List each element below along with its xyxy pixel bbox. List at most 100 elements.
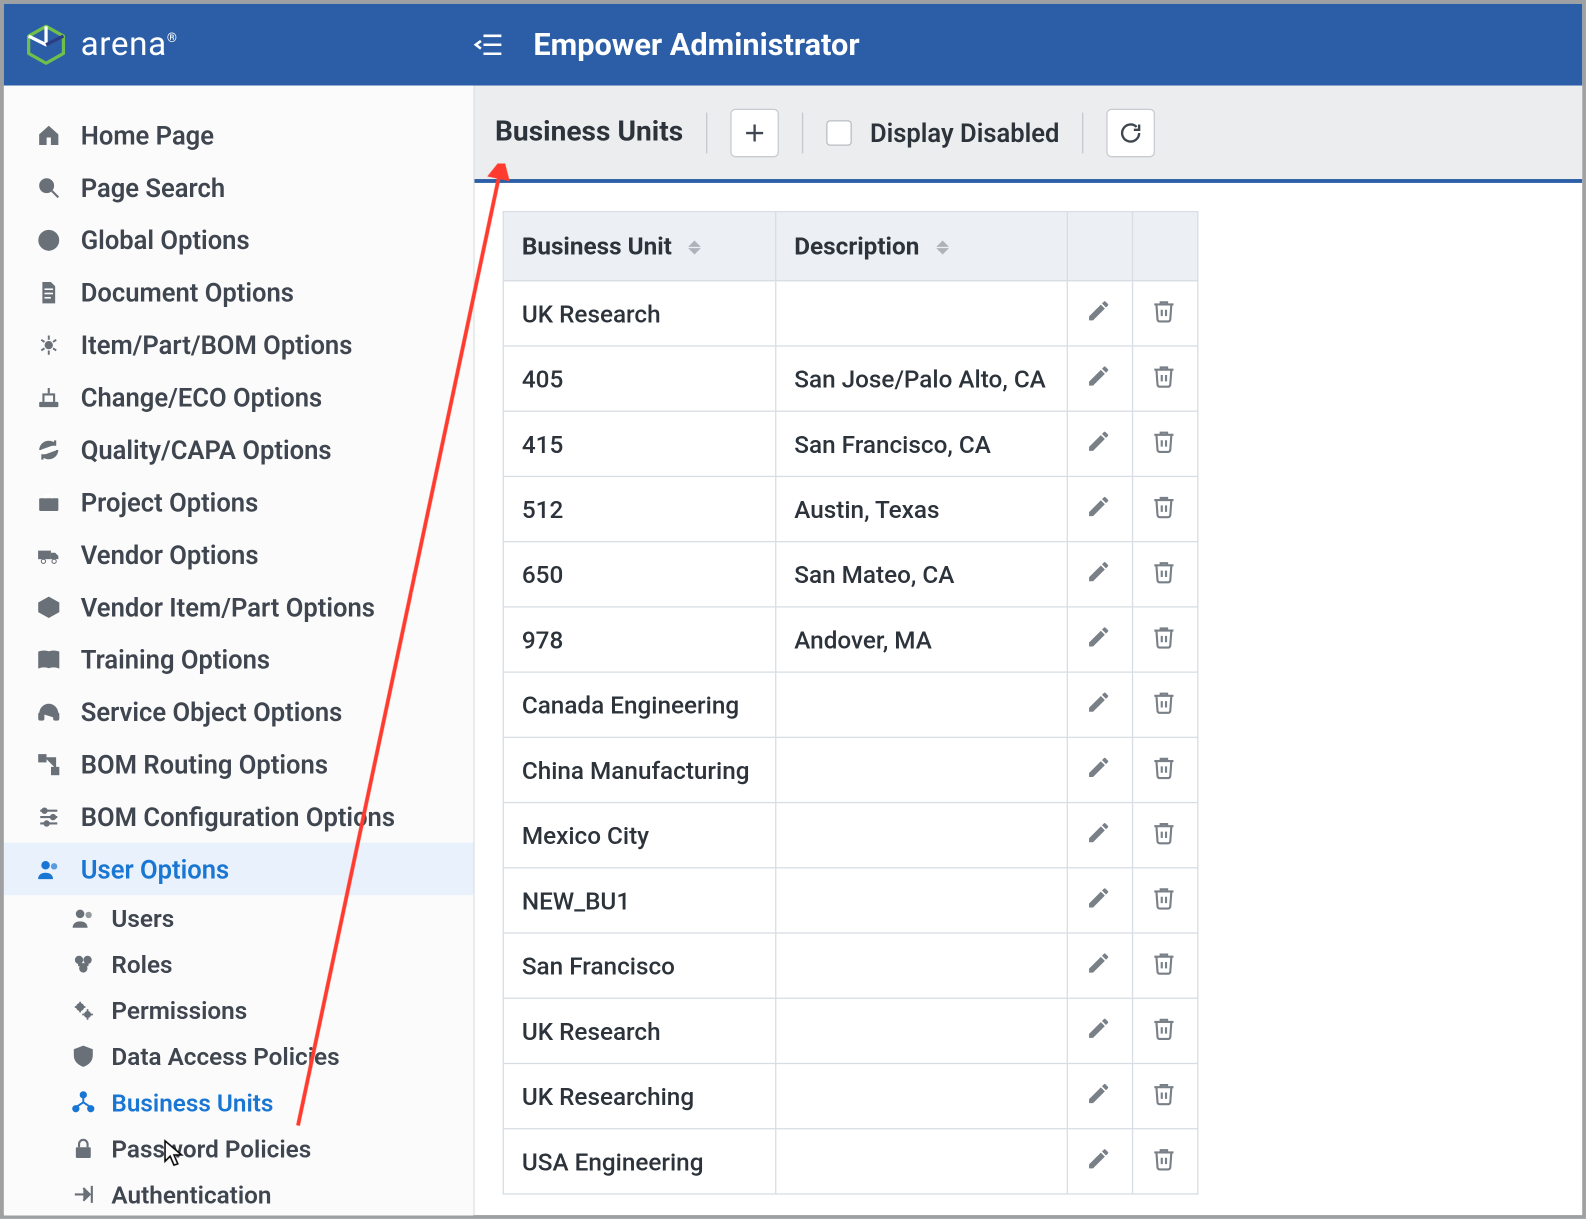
sidebar-subitem-label: Users bbox=[111, 904, 174, 933]
edit-icon[interactable] bbox=[1086, 819, 1112, 845]
org-icon bbox=[70, 1090, 96, 1116]
delete-icon[interactable] bbox=[1151, 297, 1177, 323]
sidebar-item-home-page[interactable]: Home Page bbox=[4, 109, 473, 161]
refresh-button[interactable] bbox=[1107, 108, 1156, 157]
lock-icon bbox=[70, 1136, 96, 1162]
cell-description bbox=[776, 1129, 1068, 1194]
headset-icon bbox=[35, 698, 63, 726]
delete-icon[interactable] bbox=[1151, 754, 1177, 780]
menu-toggle-icon[interactable] bbox=[472, 28, 505, 61]
delete-icon[interactable] bbox=[1151, 363, 1177, 389]
edit-icon[interactable] bbox=[1086, 558, 1112, 584]
delete-icon[interactable] bbox=[1151, 428, 1177, 454]
sidebar-subitem-label: Authentication bbox=[111, 1180, 271, 1209]
col-header-description[interactable]: Description bbox=[776, 212, 1068, 281]
sidebar-item-project-options[interactable]: Project Options bbox=[4, 476, 473, 528]
sidebar-item-label: Quality/CAPA Options bbox=[81, 434, 332, 465]
edit-icon[interactable] bbox=[1086, 1080, 1112, 1106]
table-row: USA Engineering bbox=[503, 1129, 1197, 1194]
sidebar-item-bom-configuration-options[interactable]: BOM Configuration Options bbox=[4, 790, 473, 842]
edit-icon[interactable] bbox=[1086, 1145, 1112, 1171]
table-row: China Manufacturing bbox=[503, 737, 1197, 802]
table-row: UK Research bbox=[503, 998, 1197, 1063]
sidebar-item-label: Project Options bbox=[81, 487, 259, 518]
sidebar-subitem-authentication[interactable]: Authentication bbox=[4, 1172, 473, 1215]
briefcase-icon bbox=[35, 488, 63, 516]
table-row: San Francisco bbox=[503, 933, 1197, 998]
delete-icon[interactable] bbox=[1151, 884, 1177, 910]
col-header-business-unit[interactable]: Business Unit bbox=[503, 212, 775, 281]
delete-icon[interactable] bbox=[1151, 689, 1177, 715]
sidebar-subitem-users[interactable]: Users bbox=[4, 895, 473, 941]
sidebar-subitem-business-units[interactable]: Business Units bbox=[4, 1079, 473, 1125]
sidebar-item-label: Document Options bbox=[81, 277, 294, 308]
cell-description bbox=[776, 868, 1068, 933]
edit-icon[interactable] bbox=[1086, 950, 1112, 976]
delete-icon[interactable] bbox=[1151, 624, 1177, 650]
roles-icon bbox=[70, 952, 96, 978]
sidebar-item-label: Training Options bbox=[81, 644, 270, 675]
cell-description bbox=[776, 281, 1068, 346]
sidebar-subitem-roles[interactable]: Roles bbox=[4, 941, 473, 987]
sidebar-item-service-object-options[interactable]: Service Object Options bbox=[4, 686, 473, 738]
package-icon bbox=[35, 593, 63, 621]
sidebar-item-label: Change/ECO Options bbox=[81, 382, 322, 413]
sidebar-item-vendor-item-part-options[interactable]: Vendor Item/Part Options bbox=[4, 581, 473, 633]
sidebar-item-vendor-options[interactable]: Vendor Options bbox=[4, 528, 473, 580]
col-header-edit bbox=[1067, 212, 1132, 281]
sidebar-item-bom-routing-options[interactable]: BOM Routing Options bbox=[4, 738, 473, 790]
table-row: 650 San Mateo, CA bbox=[503, 542, 1197, 607]
edit-icon[interactable] bbox=[1086, 689, 1112, 715]
delete-icon[interactable] bbox=[1151, 1145, 1177, 1171]
sidebar-subitem-data-access-policies[interactable]: Data Access Policies bbox=[4, 1033, 473, 1079]
sidebar-item-user-options[interactable]: User Options bbox=[4, 843, 473, 895]
delete-icon[interactable] bbox=[1151, 1015, 1177, 1041]
truck-icon bbox=[35, 540, 63, 568]
sidebar-item-item-part-bom-options[interactable]: Item/Part/BOM Options bbox=[4, 318, 473, 370]
edit-icon[interactable] bbox=[1086, 754, 1112, 780]
edit-icon[interactable] bbox=[1086, 624, 1112, 650]
edit-icon[interactable] bbox=[1086, 297, 1112, 323]
sidebar-subitem-password-policies[interactable]: Password Policies bbox=[4, 1126, 473, 1172]
edit-icon[interactable] bbox=[1086, 884, 1112, 910]
cell-description: Andover, MA bbox=[776, 607, 1068, 672]
display-disabled-checkbox[interactable] bbox=[826, 120, 852, 146]
table-row: Canada Engineering bbox=[503, 672, 1197, 737]
delete-icon[interactable] bbox=[1151, 558, 1177, 584]
sidebar-item-label: BOM Routing Options bbox=[81, 749, 328, 780]
cell-business-unit: 978 bbox=[503, 607, 775, 672]
delete-icon[interactable] bbox=[1151, 493, 1177, 519]
cell-description bbox=[776, 933, 1068, 998]
divider bbox=[802, 112, 803, 153]
logo-mark-icon bbox=[24, 23, 67, 66]
sidebar-item-page-search[interactable]: Page Search bbox=[4, 161, 473, 213]
edit-icon[interactable] bbox=[1086, 363, 1112, 389]
gears-icon bbox=[70, 998, 96, 1024]
sidebar-subitem-permissions[interactable]: Permissions bbox=[4, 987, 473, 1033]
edit-icon[interactable] bbox=[1086, 1015, 1112, 1041]
table-row: UK Research bbox=[503, 281, 1197, 346]
config-icon bbox=[35, 803, 63, 831]
delete-icon[interactable] bbox=[1151, 950, 1177, 976]
sidebar: Home PagePage SearchGlobal Options Docume… bbox=[4, 86, 475, 1215]
sort-icon bbox=[688, 241, 701, 255]
sidebar-item-quality-capa-options[interactable]: Quality/CAPA Options bbox=[4, 423, 473, 475]
sidebar-item-training-options[interactable]: Training Options bbox=[4, 633, 473, 685]
delete-icon[interactable] bbox=[1151, 1080, 1177, 1106]
cell-business-unit: 415 bbox=[503, 411, 775, 476]
edit-icon[interactable] bbox=[1086, 493, 1112, 519]
delete-icon[interactable] bbox=[1151, 819, 1177, 845]
users-icon bbox=[70, 906, 96, 932]
cell-business-unit: China Manufacturing bbox=[503, 737, 775, 802]
app-window: arena® Empower Administrator Home PagePa… bbox=[0, 0, 1586, 1219]
sidebar-item-global-options[interactable]: Global Options bbox=[4, 214, 473, 266]
users-icon bbox=[35, 855, 63, 883]
globe-icon bbox=[35, 226, 63, 254]
refresh-cycle-icon bbox=[35, 435, 63, 463]
edit-icon[interactable] bbox=[1086, 428, 1112, 454]
display-disabled-label: Display Disabled bbox=[870, 117, 1060, 148]
sidebar-item-document-options[interactable]: Document Options bbox=[4, 266, 473, 318]
sidebar-item-change-eco-options[interactable]: Change/ECO Options bbox=[4, 371, 473, 423]
add-button[interactable] bbox=[731, 108, 780, 157]
sidebar-item-label: User Options bbox=[81, 854, 229, 885]
